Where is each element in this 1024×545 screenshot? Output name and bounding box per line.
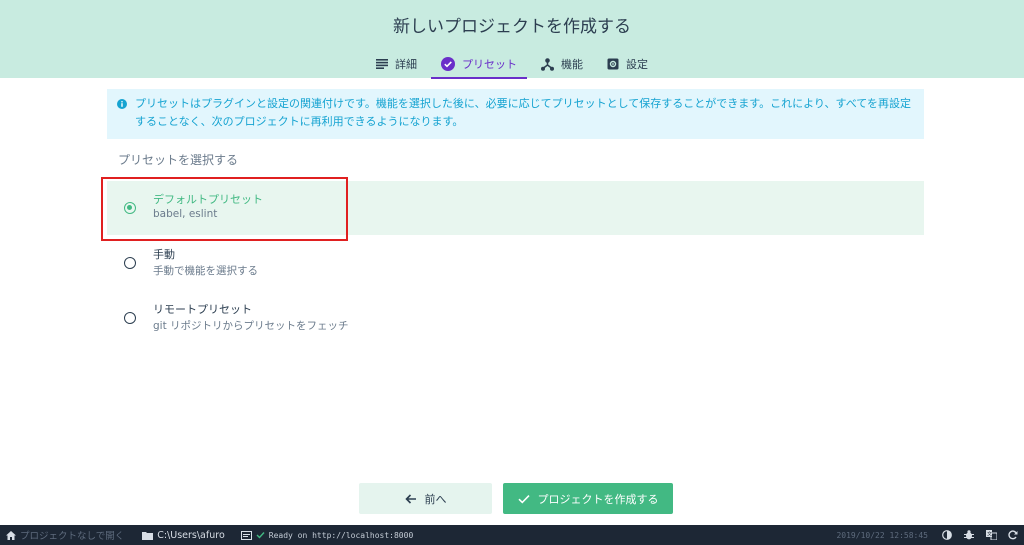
refresh-button[interactable] [1002,525,1024,545]
status-datetime: 2019/10/22 12:58:45 [836,530,928,540]
step-tabs: 詳細 プリセット 機能 設定 [0,52,1024,79]
log-message: Ready on http://localhost:8000 [268,530,414,540]
contrast-icon [942,530,952,540]
radio-button[interactable] [124,312,136,324]
preset-name: 手動 [153,248,175,261]
info-banner: プリセットはプラグインと設定の関連付けです。機能を選択した後に、必要に応じてプリ… [107,89,924,139]
home-button[interactable]: プロジェクトなしで開く [0,525,130,545]
preset-option-remote[interactable]: リモートプリセット git リポジトリからプリセットをフェッチ [107,291,924,345]
arrow-left-icon [404,493,416,504]
home-icon [6,530,16,540]
radio-button[interactable] [124,257,136,269]
check-circle-icon [441,57,455,71]
tab-presets[interactable]: プリセット [431,52,527,79]
console-icon [240,530,252,540]
previous-button[interactable]: 前へ [359,483,492,514]
status-bar: プロジェクトなしで開く C:\Users\afuro Ready on http… [0,525,1024,545]
list-icon [376,59,388,69]
preset-description: 手動で機能を選択する [153,265,258,277]
create-project-button-label: プロジェクトを作成する [537,492,659,506]
folder-path-button[interactable]: C:\Users\afuro [136,525,231,545]
preset-option-manual[interactable]: 手動 手動で機能を選択する [107,236,924,290]
page-title: 新しいプロジェクトを作成する [393,17,631,37]
preset-section-title: プリセットを選択する [118,153,239,167]
refresh-icon [1008,530,1018,540]
top-header: 新しいプロジェクトを作成する 詳細 プリセット 機能 設定 [0,0,1024,79]
check-icon [517,494,530,504]
annotation-highlight-box [101,177,348,241]
console-log-button[interactable]: Ready on http://localhost:8000 [235,525,420,545]
folder-path: C:\Users\afuro [157,529,225,541]
translate-button[interactable]: 文 [980,525,1002,545]
preset-name: リモートプリセット [153,303,252,316]
tab-settings[interactable]: 設定 [597,52,658,76]
translate-icon: 文 [985,530,997,540]
preset-description: git リポジトリからプリセットをフェッチ [153,320,349,332]
folder-icon [142,531,154,540]
tab-details[interactable]: 詳細 [366,52,427,76]
create-project-button[interactable]: プロジェクトを作成する [503,483,673,514]
settings-icon [607,58,619,70]
check-icon [256,532,265,539]
tab-features-label: 機能 [561,58,583,71]
info-icon [117,99,127,109]
home-label: プロジェクトなしで開く [20,531,125,542]
svg-text:文: 文 [987,531,992,538]
tab-settings-label: 設定 [626,58,648,71]
tab-features[interactable]: 機能 [531,52,593,76]
tab-details-label: 詳細 [395,58,417,71]
status-bar-right: 2019/10/22 12:58:45 文 [836,525,1024,545]
info-text: プリセットはプラグインと設定の関連付けです。機能を選択した後に、必要に応じてプリ… [135,97,912,128]
dark-mode-toggle[interactable] [936,525,958,545]
tab-presets-label: プリセット [462,58,517,71]
previous-button-label: 前へ [424,492,447,506]
device-hub-icon [541,57,554,71]
report-bug-button[interactable] [958,525,980,545]
bug-icon [964,530,974,540]
